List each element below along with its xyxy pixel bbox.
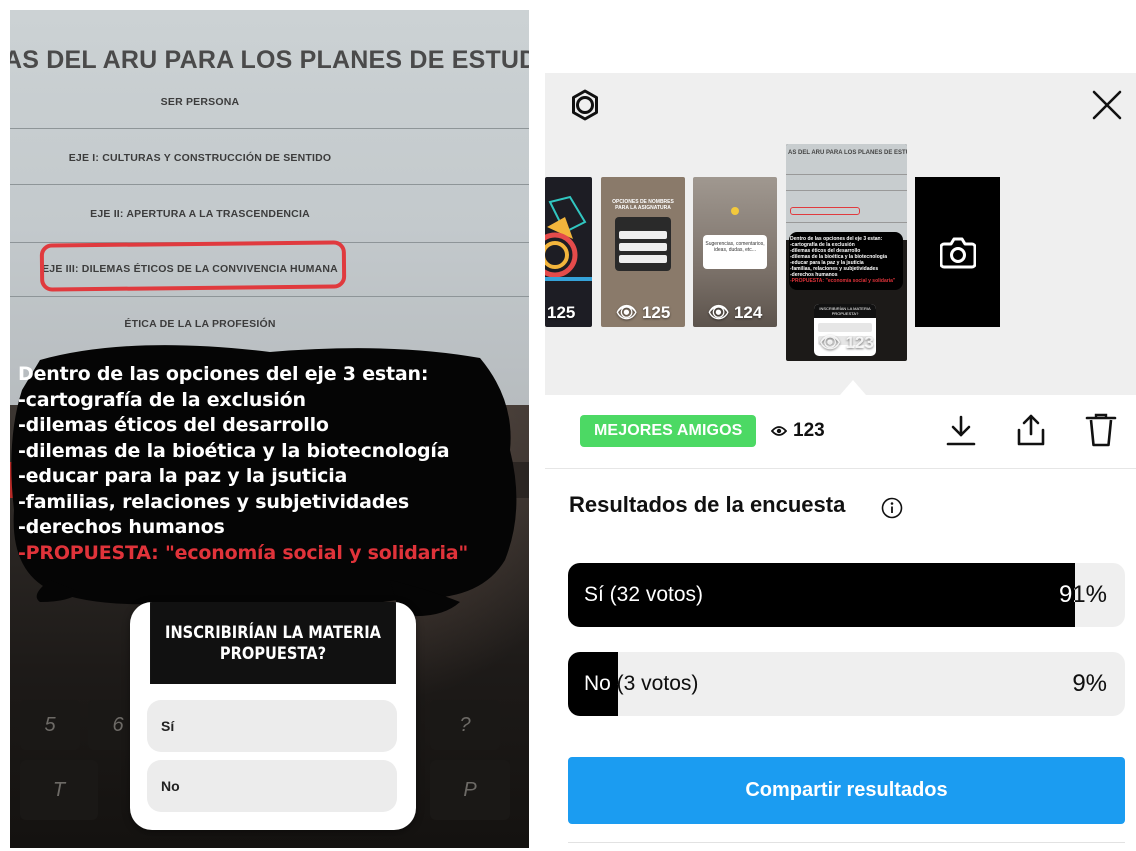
poll-question-line: INSCRIBIRÍAN LA MATERIA <box>165 623 381 643</box>
caption-line: -cartografía de la exclusión <box>18 388 306 411</box>
eye-icon: 👁 <box>707 303 730 322</box>
add-story-camera-tile[interactable] <box>915 177 1000 327</box>
eye-icon: 👁 <box>615 303 638 322</box>
story-image: AS DEL ARU PARA LOS PLANES DE ESTUDIO SU… <box>10 10 529 848</box>
info-icon[interactable] <box>881 497 903 519</box>
download-icon[interactable] <box>945 412 977 448</box>
poll-option-no[interactable]: No <box>147 760 397 812</box>
story-thumbnail-current[interactable]: AS DEL ARU PARA LOS PLANES DE ESTUDIO SU… <box>786 144 907 361</box>
poll-question-line: PROPUESTA? <box>219 644 327 664</box>
caption-line: -derechos humanos <box>18 516 225 538</box>
thumbnail-emoji <box>731 207 739 215</box>
poll-result-yes[interactable]: Sí (32 votos) 91% <box>568 563 1125 627</box>
thumbnail-views: 👁 123 <box>819 333 874 352</box>
caption-line: -dilemas de la bioética y la biotecnolog… <box>18 439 450 462</box>
caption-line: Dentro de las opciones del eje 3 estan: <box>18 363 429 385</box>
selected-pointer <box>840 380 866 395</box>
viewer-count[interactable]: 123 <box>771 420 825 442</box>
paper-divider <box>10 184 529 185</box>
caption-line: -educar para la paz y la jsuticia <box>18 465 348 487</box>
keyboard-key: ? <box>430 700 500 750</box>
keyboard-key: 5 <box>20 700 80 750</box>
caption-line: -familias, relaciones y subjetividades <box>18 490 409 513</box>
story-thumbnail[interactable]: OPCIONES DE NOMBRES PARA LA ASIGNATURA 👁… <box>601 177 685 327</box>
thumbnail-title: OPCIONES DE NOMBRES PARA LA ASIGNATURA <box>612 199 674 211</box>
result-percent-no: 9% <box>1072 670 1107 697</box>
share-icon[interactable] <box>1015 412 1047 448</box>
result-label-no: No (3 votos) <box>584 672 699 695</box>
gear-icon[interactable] <box>569 89 601 121</box>
thumbnail-views: 125 <box>547 303 576 322</box>
toolbar-divider <box>545 468 1136 469</box>
red-highlight-circle <box>39 240 347 292</box>
caption-proposal-line: -PROPUESTA: "economía social y solidaria… <box>18 541 469 564</box>
bottom-divider <box>568 842 1125 843</box>
paper-row: EJE I: CULTURAS Y CONSTRUCCIÓN DE SENTID… <box>68 152 332 164</box>
story-thumbnail[interactable]: 125 <box>545 177 592 327</box>
viewer-count-text: 123 <box>793 420 825 441</box>
thumbnail-question-text: Sugerencias, comentarios, ideas, dudas, … <box>705 241 765 253</box>
close-friends-badge: MEJORES AMIGOS <box>580 415 757 447</box>
thumbnail-caption: Dentro de las opciones del eje 3 estan: … <box>790 236 896 284</box>
trash-icon[interactable] <box>1085 412 1117 448</box>
paper-divider <box>10 296 529 297</box>
thumbnail-question-card: Sugerencias, comentarios, ideas, dudas, … <box>703 235 767 269</box>
thumbnail-paper-title: AS DEL ARU PARA LOS PLANES DE ESTUDIO SU… <box>788 150 907 156</box>
poll-sticker: INSCRIBIRÍAN LA MATERIA PROPUESTA? Sí No <box>130 602 416 830</box>
keyboard-key: P <box>430 760 510 820</box>
caption-line: -dilemas éticos del desarrollo <box>18 414 329 436</box>
close-icon[interactable] <box>1090 88 1124 122</box>
thumbnail-views: 👁 125 <box>615 303 671 322</box>
poll-option-yes[interactable]: Sí <box>147 700 397 752</box>
story-thumbnail[interactable]: Sugerencias, comentarios, ideas, dudas, … <box>693 177 777 327</box>
keyboard-key: T <box>20 760 98 820</box>
share-results-button[interactable]: Compartir resultados <box>568 757 1125 824</box>
story-toolbar: MEJORES AMIGOS 123 <box>545 398 1136 468</box>
result-label-yes: Sí (32 votos) <box>584 583 704 606</box>
paper-row: SER PERSONA <box>160 96 240 108</box>
result-percent-yes: 91% <box>1058 581 1107 608</box>
story-viewer-panel: 125 OPCIONES DE NOMBRES PARA LA ASIGNATU… <box>545 0 1136 851</box>
poll-results-title: Resultados de la encuesta <box>569 492 846 517</box>
eye-icon <box>771 426 787 436</box>
story-caption: Dentro de las opciones del eje 3 estan: … <box>18 362 523 566</box>
paper-divider <box>10 128 529 129</box>
eye-icon: 👁 <box>819 333 841 352</box>
paper-title: AS DEL ARU PARA LOS PLANES DE ESTUDIO SU… <box>10 46 529 74</box>
paper-row: EJE II: APERTURA A LA TRASCENDENCIA <box>90 208 310 220</box>
thumbnail-card <box>615 217 671 271</box>
poll-question: INSCRIBIRÍAN LA MATERIA PROPUESTA? <box>150 602 396 684</box>
paper-row: ÉTICA DE LA LA PROFESIÓN <box>124 318 276 330</box>
thumbnail-paper: AS DEL ARU PARA LOS PLANES DE ESTUDIO SU… <box>786 144 907 240</box>
poll-result-no[interactable]: No (3 votos) 9% <box>568 652 1125 716</box>
camera-icon <box>939 237 976 269</box>
thumbnail-views: 👁 124 <box>707 303 763 322</box>
